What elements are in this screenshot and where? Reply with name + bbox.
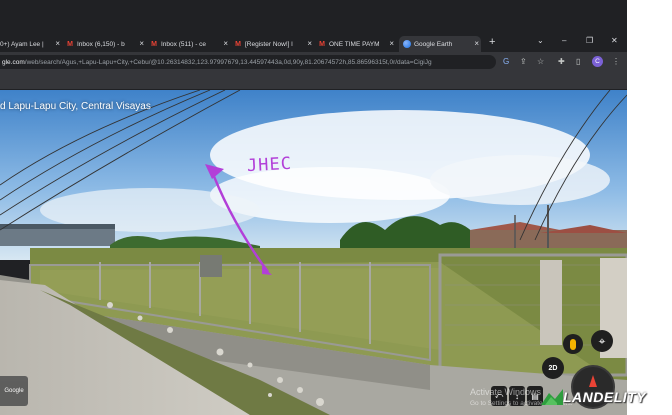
tab-search-icon[interactable]: ⌄ <box>537 36 544 45</box>
my-location-button[interactable]: ⌖ <box>591 330 613 352</box>
gmail-icon: M <box>235 40 241 48</box>
warehouse <box>0 228 115 246</box>
tab-close-icon[interactable]: × <box>389 39 394 48</box>
menu-kebab-icon[interactable]: ⋮ <box>612 57 620 66</box>
url-path: /web/search/Agus,+Lapu-Lapu+City,+Cebu/@… <box>24 58 432 66</box>
url-host: gle.com <box>2 58 25 66</box>
tab-ayam-lee[interactable]: 0+) Ayam Lee | × <box>0 36 62 52</box>
bookmarks-bar <box>0 72 627 90</box>
location-title: d Lapu-Lapu City, Central Visayas <box>0 101 151 112</box>
tab-title: Inbox (6,150) - b <box>77 40 125 48</box>
restore-icon[interactable]: ❐ <box>586 36 593 45</box>
tab-google-earth[interactable]: Google Earth × <box>399 36 481 52</box>
tab-one-time-payment[interactable]: M ONE TIME PAYM × <box>318 36 396 52</box>
share-icon[interactable]: ⇪ <box>520 57 527 66</box>
street-view-scene <box>0 90 627 415</box>
minimize-icon[interactable]: – <box>562 36 566 45</box>
gmail-icon: M <box>67 40 73 48</box>
tab-title: [Register Now!] l <box>245 40 293 48</box>
google-logo-button[interactable]: Google <box>0 376 28 406</box>
annotation-label: JHEC <box>246 153 293 177</box>
tab-title: ONE TIME PAYM <box>329 40 380 48</box>
pegman-icon <box>570 338 576 350</box>
tab-close-icon[interactable]: × <box>139 39 144 48</box>
side-panel-icon[interactable]: ▯ <box>576 57 580 66</box>
tab-register-now[interactable]: M [Register Now!] l × <box>234 36 314 52</box>
tab-close-icon[interactable]: × <box>474 39 479 48</box>
tab-title: Inbox (511) - ce <box>161 40 207 48</box>
close-window-icon[interactable]: ✕ <box>611 36 618 45</box>
watermark: LANDELITY <box>541 389 646 405</box>
tab-close-icon[interactable]: × <box>223 39 228 48</box>
tab-strip: 0+) Ayam Lee | × M Inbox (6,150) - b × M… <box>0 34 627 52</box>
watermark-text: LANDELITY <box>563 389 647 405</box>
browser-window: 0+) Ayam Lee | × M Inbox (6,150) - b × M… <box>0 0 627 415</box>
street-view-panorama[interactable]: d Lapu-Lapu City, Central Visayas JHEC G… <box>0 90 627 415</box>
google-earth-icon <box>403 40 411 48</box>
compass-icon <box>589 375 597 387</box>
cloud <box>430 155 610 205</box>
tab-close-icon[interactable]: × <box>55 39 60 48</box>
sign-board <box>200 255 222 277</box>
gmail-icon: M <box>319 40 325 48</box>
tab-close-icon[interactable]: × <box>307 39 312 48</box>
tab-inbox-6150[interactable]: M Inbox (6,150) - b × <box>66 36 146 52</box>
google-lens-icon[interactable]: G <box>503 57 509 66</box>
browser-toolbar: gle.com/web/search/Agus,+Lapu-Lapu+City,… <box>0 52 627 72</box>
tab-inbox-511[interactable]: M Inbox (511) - ce × <box>150 36 230 52</box>
gmail-icon: M <box>151 40 157 48</box>
page-margin <box>627 0 672 415</box>
new-tab-button[interactable]: + <box>489 36 495 48</box>
address-bar[interactable]: gle.com/web/search/Agus,+Lapu-Lapu+City,… <box>0 55 496 69</box>
crosshair-icon: ⌖ <box>598 333 606 348</box>
extensions-icon[interactable]: ✚ <box>558 57 565 66</box>
pegman-button[interactable] <box>563 334 583 354</box>
view-2d-button[interactable]: 2D <box>542 357 564 379</box>
tab-title: 0+) Ayam Lee | <box>0 40 44 48</box>
bookmark-star-icon[interactable]: ☆ <box>537 57 544 66</box>
landelity-logo-icon <box>541 389 563 405</box>
tab-title: Google Earth <box>414 40 453 48</box>
profile-avatar[interactable]: C <box>592 56 603 67</box>
